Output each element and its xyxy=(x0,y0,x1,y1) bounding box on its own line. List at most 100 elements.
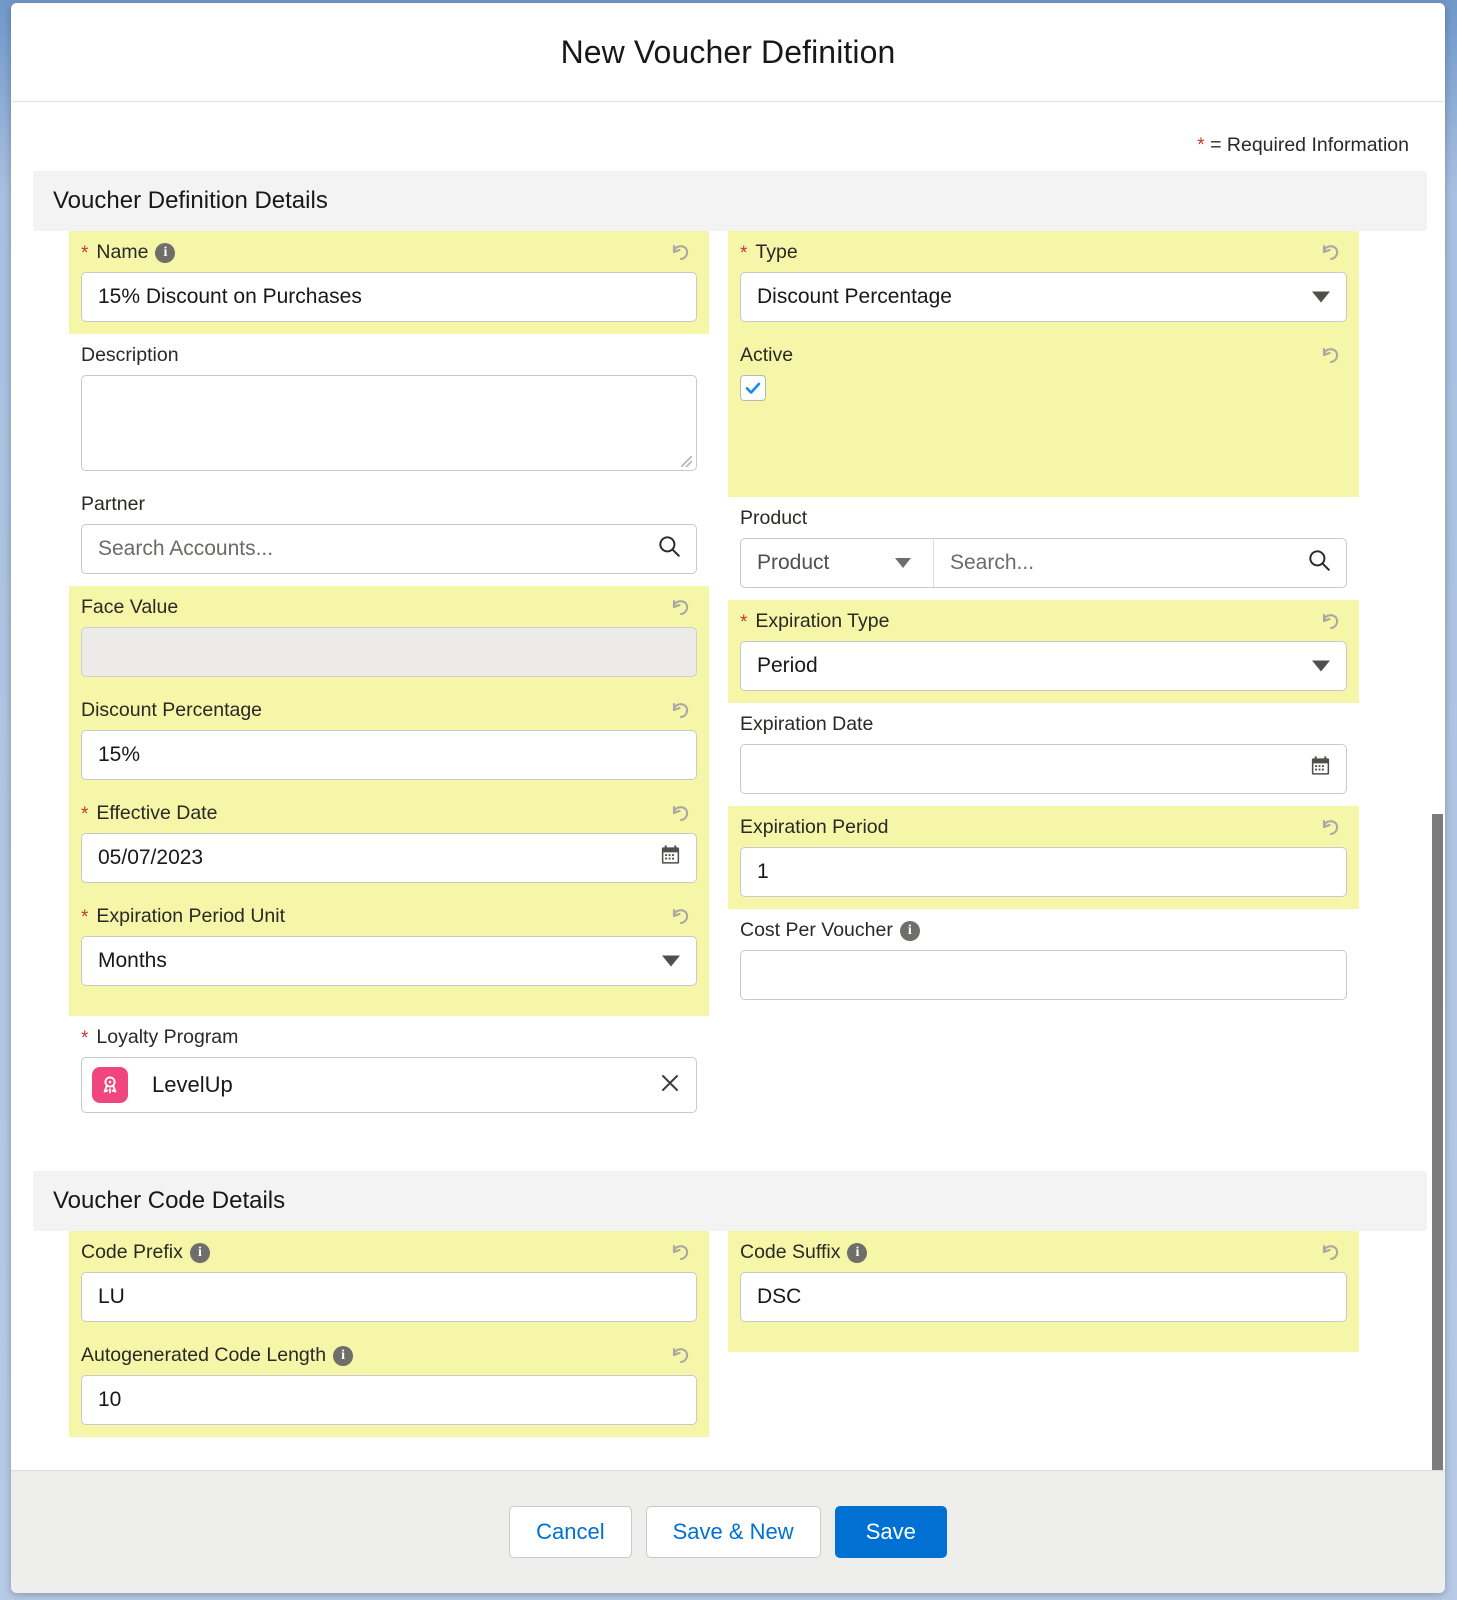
discount-percentage-input[interactable]: 15% xyxy=(81,730,697,780)
calendar-icon[interactable] xyxy=(1309,755,1332,784)
field-label-expiration-date: Expiration Date xyxy=(740,713,1347,737)
undo-icon[interactable] xyxy=(1319,816,1343,840)
required-asterisk: * xyxy=(740,242,748,264)
expiration-date-input[interactable] xyxy=(740,744,1347,794)
required-asterisk: * xyxy=(81,906,89,928)
label-text: Expiration Type xyxy=(755,610,890,633)
product-compound-field: Product Search... xyxy=(740,538,1347,588)
field-label-loyalty-program: * Loyalty Program xyxy=(81,1026,697,1050)
expiration-period-unit-select[interactable]: Months xyxy=(81,936,697,986)
screen: New Voucher Definition * = Required Info… xyxy=(0,0,1457,1600)
undo-icon[interactable] xyxy=(1319,610,1343,634)
undo-icon[interactable] xyxy=(669,596,693,620)
field-expiration-date: Expiration Date xyxy=(740,703,1347,806)
info-icon[interactable]: i xyxy=(155,243,176,263)
code-left-column: Code Prefix i LU Autogenerated Code Leng… xyxy=(11,1231,728,1437)
field-label-description: Description xyxy=(81,344,697,368)
required-asterisk: * xyxy=(1197,135,1205,156)
scroll-area[interactable]: * = Required Information Voucher Definit… xyxy=(11,102,1445,1470)
page-title: New Voucher Definition xyxy=(560,33,896,70)
field-description: Description xyxy=(81,334,697,483)
undo-icon[interactable] xyxy=(1319,1241,1343,1265)
modal-body: * = Required Information Voucher Definit… xyxy=(11,102,1445,1470)
field-cost-per-voucher: Cost Per Voucher i xyxy=(740,909,1347,1012)
name-input[interactable]: 15% Discount on Purchases xyxy=(81,272,697,322)
loyalty-program-lookup[interactable]: LevelUp xyxy=(81,1057,697,1113)
vertical-scrollbar[interactable] xyxy=(1432,814,1443,1470)
field-active: Active xyxy=(740,334,1347,497)
field-type: * Type Discount Percentage Active xyxy=(728,231,1359,497)
loyalty-program-value: LevelUp xyxy=(152,1072,233,1097)
info-icon[interactable]: i xyxy=(189,1243,210,1263)
undo-icon[interactable] xyxy=(1319,344,1343,368)
autogenerated-code-length-input[interactable]: 10 xyxy=(81,1375,697,1425)
required-asterisk: * xyxy=(81,1027,89,1049)
expiration-period-value: 1 xyxy=(757,860,769,883)
field-label-partner: Partner xyxy=(81,493,697,517)
undo-icon[interactable] xyxy=(669,241,693,265)
field-expiration-period-unit: * Expiration Period Unit Months xyxy=(69,895,709,1016)
field-loyalty-program: * Loyalty Program LevelUp xyxy=(81,1016,697,1125)
undo-icon[interactable] xyxy=(669,802,693,826)
voucher-code-details-grid: Code Prefix i LU Autogenerated Code Leng… xyxy=(11,1231,1445,1437)
save-and-new-button[interactable]: Save & New xyxy=(645,1506,821,1558)
search-icon[interactable] xyxy=(656,533,682,565)
required-asterisk: * xyxy=(81,242,89,264)
label-text: Expiration Period xyxy=(740,816,889,839)
info-icon[interactable]: i xyxy=(333,1346,354,1366)
section-header-voucher-definition-details: Voucher Definition Details xyxy=(33,171,1427,231)
search-icon[interactable] xyxy=(1306,547,1332,579)
required-asterisk: * xyxy=(81,803,89,825)
label-text: Description xyxy=(81,344,179,367)
field-label-cost-per-voucher: Cost Per Voucher i xyxy=(740,919,1347,943)
undo-icon[interactable] xyxy=(669,905,693,929)
product-object-select[interactable]: Product xyxy=(741,539,934,587)
field-label-code-prefix: Code Prefix i xyxy=(81,1241,697,1265)
required-information-legend: * = Required Information xyxy=(11,102,1445,171)
label-text: Loyalty Program xyxy=(96,1026,239,1049)
chevron-down-icon xyxy=(662,955,680,967)
required-legend-text: = Required Information xyxy=(1210,134,1409,156)
field-label-type: * Type xyxy=(740,241,1347,265)
undo-icon[interactable] xyxy=(669,1241,693,1265)
clear-icon[interactable] xyxy=(658,1071,682,1099)
field-label-expiration-type: * Expiration Type xyxy=(740,610,1347,634)
product-search-input[interactable]: Search... xyxy=(934,539,1346,587)
effective-date-input[interactable]: 05/07/2023 xyxy=(81,833,697,883)
modal-header: New Voucher Definition xyxy=(11,3,1445,102)
field-product: Product Product Search... xyxy=(740,497,1347,600)
field-label-code-suffix: Code Suffix i xyxy=(740,1241,1347,1265)
product-object-value: Product xyxy=(757,551,830,574)
section-header-voucher-code-details: Voucher Code Details xyxy=(33,1171,1427,1231)
expiration-period-input[interactable]: 1 xyxy=(740,847,1347,897)
code-prefix-input[interactable]: LU xyxy=(81,1272,697,1322)
calendar-icon[interactable] xyxy=(659,844,682,873)
info-icon[interactable]: i xyxy=(847,1243,868,1263)
description-textarea[interactable] xyxy=(81,375,697,471)
partner-placeholder: Search Accounts... xyxy=(98,537,274,560)
right-column: * Type Discount Percentage Active Produc… xyxy=(728,231,1445,1125)
label-text: Face Value xyxy=(81,596,179,619)
highlight-spacer xyxy=(81,998,697,1016)
field-expiration-type: * Expiration Type Period xyxy=(728,600,1359,703)
cancel-button[interactable]: Cancel xyxy=(509,1506,632,1558)
type-select[interactable]: Discount Percentage xyxy=(740,272,1347,322)
undo-icon[interactable] xyxy=(669,699,693,723)
expiration-type-select[interactable]: Period xyxy=(740,641,1347,691)
undo-icon[interactable] xyxy=(1319,241,1343,265)
field-label-active: Active xyxy=(740,344,1347,368)
code-prefix-value: LU xyxy=(98,1285,125,1308)
field-face-value: Face Value xyxy=(69,586,709,689)
field-label-expiration-period-unit: * Expiration Period Unit xyxy=(81,905,697,929)
product-placeholder: Search... xyxy=(950,551,1035,574)
cost-per-voucher-input[interactable] xyxy=(740,950,1347,1000)
new-voucher-definition-modal: New Voucher Definition * = Required Info… xyxy=(11,3,1445,1593)
code-suffix-input[interactable]: DSC xyxy=(740,1272,1347,1322)
active-checkbox[interactable] xyxy=(740,375,766,401)
partner-search-input[interactable]: Search Accounts... xyxy=(81,524,697,574)
undo-icon[interactable] xyxy=(669,1344,693,1368)
name-input-value: 15% Discount on Purchases xyxy=(98,285,362,308)
label-text: Autogenerated Code Length xyxy=(81,1344,327,1367)
save-button[interactable]: Save xyxy=(834,1506,947,1558)
info-icon[interactable]: i xyxy=(899,921,920,941)
